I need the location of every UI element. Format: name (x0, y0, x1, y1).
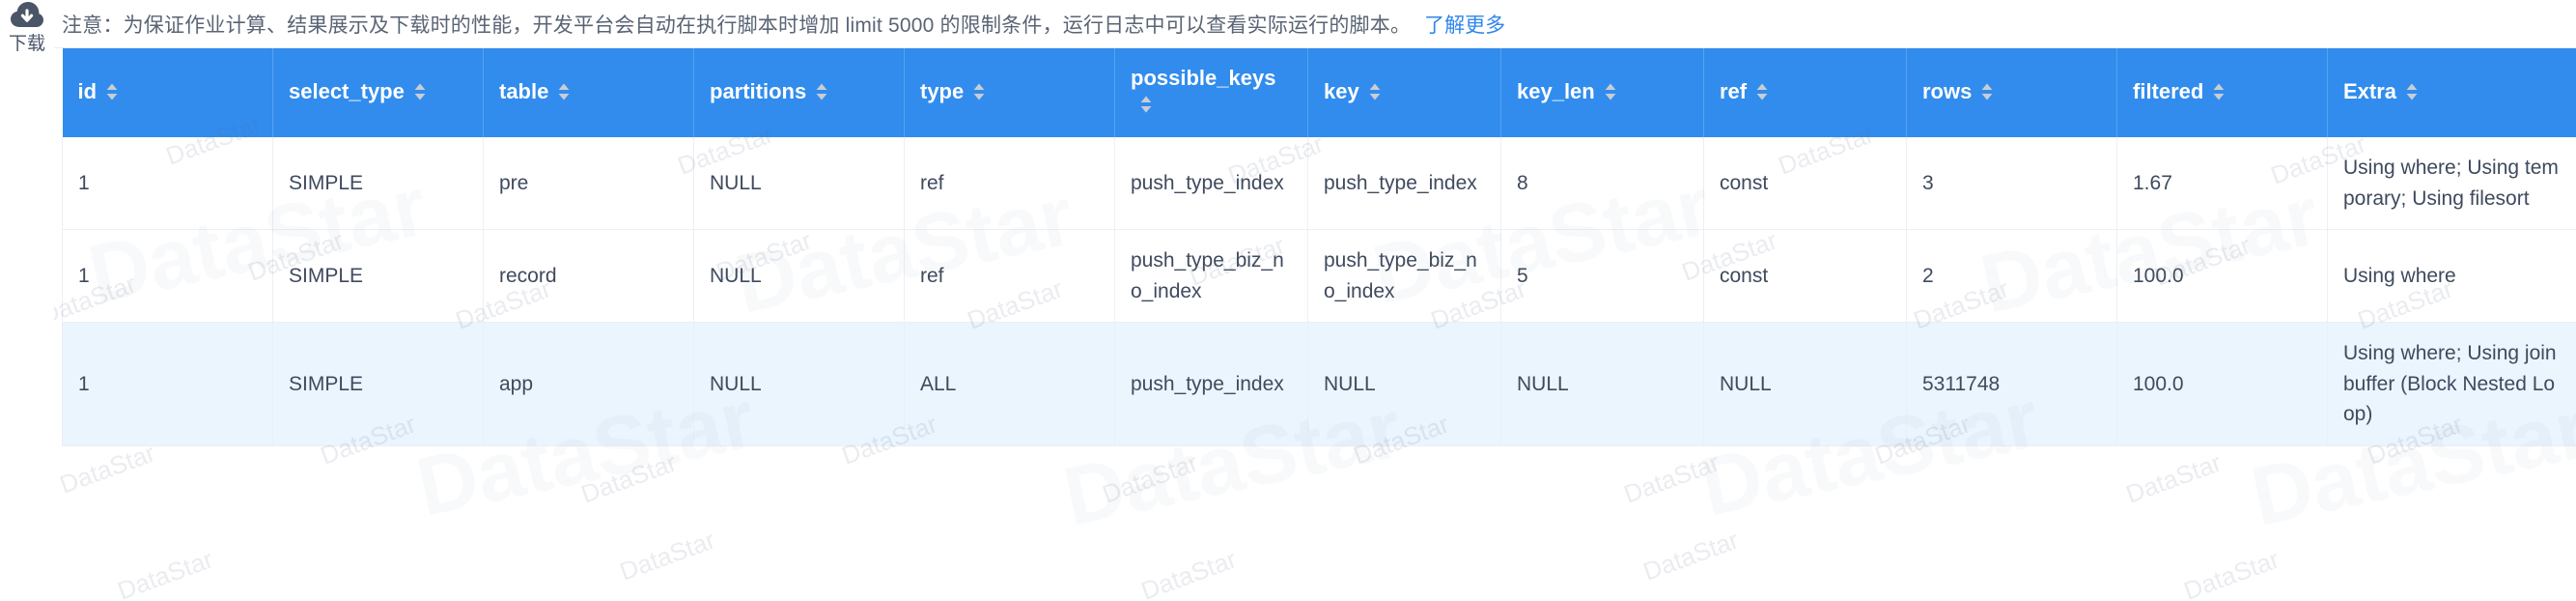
column-header-label: select_type (289, 78, 405, 103)
cell-id: 1 (62, 137, 273, 230)
column-header-key_len[interactable]: key_len (1500, 48, 1704, 137)
cell-partitions: NULL (693, 229, 905, 323)
column-header-Extra[interactable]: Extra (2327, 48, 2576, 137)
cell-table: app (483, 322, 694, 446)
column-header-label: key (1324, 78, 1359, 103)
column-header-label: rows (1922, 78, 1973, 103)
cell-filtered: 100.0 (2116, 229, 2328, 323)
column-header-label: key_len (1517, 78, 1595, 103)
column-header-filtered[interactable]: filtered (2116, 48, 2328, 137)
column-header-label: partitions (710, 78, 807, 103)
sort-updown-icon[interactable] (1755, 82, 1769, 101)
sort-updown-icon[interactable] (1368, 82, 1382, 101)
cell-table: record (483, 229, 694, 323)
cell-select_type: SIMPLE (272, 229, 484, 323)
download-label: 下载 (8, 34, 45, 54)
column-header-label: type (920, 78, 965, 103)
table-row[interactable]: 1 SIMPLE pre NULL ref push_type_index push_typ… (62, 137, 2576, 230)
download-button[interactable]: 下载 (0, 2, 54, 53)
table-body: 1 SIMPLE pre NULL ref push_type_index push_typ… (62, 137, 2576, 446)
column-header-label: ref (1720, 78, 1748, 103)
sort-updown-icon[interactable] (413, 82, 427, 101)
cell-key_len: 8 (1500, 137, 1704, 230)
sort-updown-icon[interactable] (815, 82, 828, 101)
cloud-download-icon (11, 2, 43, 31)
cell-possible_keys: push_type_index (1114, 137, 1308, 230)
column-header-label: possible_keys (1131, 66, 1276, 91)
sort-updown-icon[interactable] (105, 82, 119, 101)
cell-ref: const (1703, 137, 1907, 230)
cell-Extra: Using where; Using join buffer (Block Ne… (2327, 322, 2576, 446)
sort-updown-icon[interactable] (557, 82, 571, 101)
cell-rows: 3 (1906, 137, 2117, 230)
column-header-id[interactable]: id (62, 48, 273, 137)
cell-Extra: Using where; Using temporary; Using file… (2327, 137, 2576, 230)
cell-partitions: NULL (693, 322, 905, 446)
table-row[interactable]: 1 SIMPLE record NULL ref push_type_biz_no_ind… (62, 229, 2576, 323)
table-header: id select_type table partitions type possible… (62, 48, 2576, 137)
sort-updown-icon[interactable] (2405, 82, 2419, 101)
column-header-partitions[interactable]: partitions (693, 48, 905, 137)
learn-more-link[interactable]: 了解更多 (1424, 10, 1505, 39)
cell-type: ref (904, 229, 1115, 323)
column-header-type[interactable]: type (904, 48, 1115, 137)
table-header-row: id select_type table partitions type possible… (62, 48, 2576, 137)
cell-partitions: NULL (693, 137, 905, 230)
cell-rows: 2 (1906, 229, 2117, 323)
cell-type: ref (904, 137, 1115, 230)
cell-ref: NULL (1703, 322, 1907, 446)
column-header-table[interactable]: table (483, 48, 694, 137)
sort-updown-icon[interactable] (1139, 95, 1153, 114)
cell-ref: const (1703, 229, 1907, 323)
cell-filtered: 100.0 (2116, 322, 2328, 446)
main-column: 注意：为保证作业计算、结果展示及下载时的性能，开发平台会自动在执行脚本时增加 l… (54, 0, 2576, 601)
cell-key_len: NULL (1500, 322, 1704, 446)
column-header-label: filtered (2133, 78, 2204, 103)
explain-table: id select_type table partitions type possible… (62, 48, 2576, 446)
notice-banner: 注意：为保证作业计算、结果展示及下载时的性能，开发平台会自动在执行脚本时增加 l… (54, 0, 2576, 48)
table-row[interactable]: 1 SIMPLE app NULL ALL push_type_index NULL NULL… (62, 322, 2576, 446)
column-header-ref[interactable]: ref (1703, 48, 1907, 137)
cell-key: push_type_biz_no_index (1307, 229, 1501, 323)
explain-result-page: 下载 注意：为保证作业计算、结果展示及下载时的性能，开发平台会自动在执行脚本时增… (0, 0, 2576, 601)
sort-updown-icon[interactable] (972, 82, 986, 101)
column-header-label: table (499, 78, 549, 103)
column-header-select_type[interactable]: select_type (272, 48, 484, 137)
column-header-label: id (77, 78, 98, 103)
cell-Extra: Using where (2327, 229, 2576, 323)
left-rail: 下载 (0, 0, 54, 601)
cell-rows: 5311748 (1906, 322, 2117, 446)
cell-possible_keys: push_type_biz_no_index (1114, 229, 1308, 323)
cell-key_len: 5 (1500, 229, 1704, 323)
cell-id: 1 (62, 322, 273, 446)
cell-type: ALL (904, 322, 1115, 446)
cell-table: pre (483, 137, 694, 230)
column-header-possible_keys[interactable]: possible_keys (1114, 48, 1308, 137)
cell-filtered: 1.67 (2116, 137, 2328, 230)
explain-table-container[interactable]: id select_type table partitions type possible… (54, 48, 2576, 601)
column-header-label: Extra (2343, 78, 2397, 103)
sort-updown-icon[interactable] (2212, 82, 2226, 101)
sort-updown-icon[interactable] (1604, 82, 1617, 101)
sort-updown-icon[interactable] (1980, 82, 1994, 101)
cell-key: push_type_index (1307, 137, 1501, 230)
column-header-rows[interactable]: rows (1906, 48, 2117, 137)
cell-select_type: SIMPLE (272, 322, 484, 446)
notice-text: 注意：为保证作业计算、结果展示及下载时的性能，开发平台会自动在执行脚本时增加 l… (62, 14, 1412, 37)
cell-possible_keys: push_type_index (1114, 322, 1308, 446)
column-header-key[interactable]: key (1307, 48, 1501, 137)
cell-id: 1 (62, 229, 273, 323)
cell-key: NULL (1307, 322, 1501, 446)
cell-select_type: SIMPLE (272, 137, 484, 230)
